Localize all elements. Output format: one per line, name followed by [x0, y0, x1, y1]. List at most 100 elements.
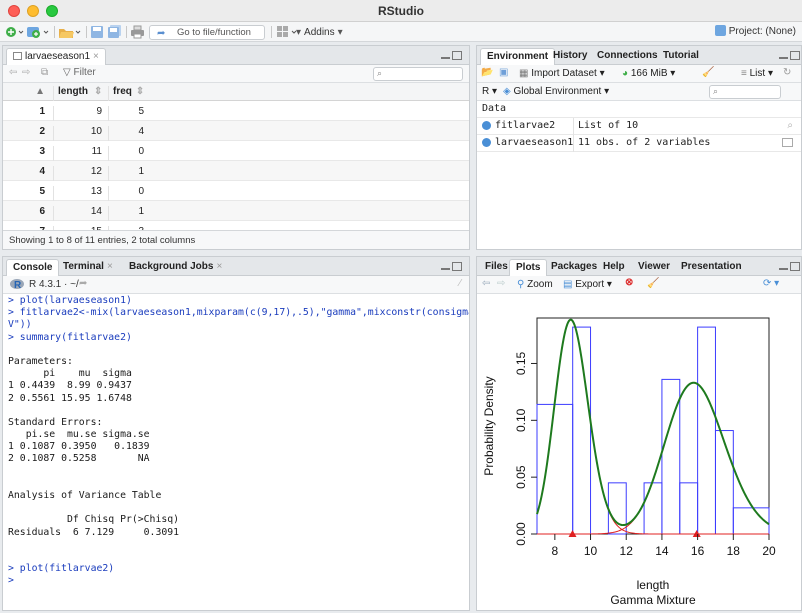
table-row[interactable]: 2 10 4: [3, 121, 469, 146]
chevron-down-icon: ▾: [670, 68, 676, 79]
go-to-directory-icon[interactable]: ➦: [79, 278, 87, 289]
tab-help[interactable]: Help: [597, 259, 631, 276]
broom-clear-plots-icon[interactable]: 🧹: [647, 278, 659, 289]
row-index-header[interactable]: ▲: [3, 86, 53, 97]
histogram-bar: [536, 403, 574, 535]
project-label: Project: (None): [728, 26, 796, 37]
tab-history[interactable]: History: [547, 48, 593, 65]
env-object-row[interactable]: larvaeseason1 11 obs. of 2 variables: [477, 135, 801, 152]
section-label: Data: [482, 103, 507, 114]
table-row[interactable]: 4 12 1: [3, 161, 469, 186]
view-object-search-icon[interactable]: ⌕: [787, 120, 793, 131]
forward-arrow-icon[interactable]: ⇨: [22, 67, 30, 78]
env-object-row[interactable]: fitlarvae2 List of 10 ⌕: [477, 118, 801, 135]
row-index: 6: [39, 206, 45, 217]
new-file-button[interactable]: [5, 25, 25, 39]
previous-plot-icon[interactable]: ⇦: [482, 278, 490, 289]
save-all-button[interactable]: [107, 25, 123, 39]
tab-console[interactable]: Console: [6, 259, 60, 276]
row-index: 5: [39, 186, 45, 197]
chart-subtitle: Gamma Mixture: [610, 593, 696, 607]
import-dataset-button[interactable]: ▦ Import Dataset ▾: [519, 68, 605, 79]
console-pane: Console Terminal × Background Jobs × R R 4…: [2, 256, 470, 611]
publish-icon[interactable]: ⟳ ▾: [763, 278, 779, 289]
y-tick-label: 0.05: [514, 465, 528, 489]
console-output-line: 2 0.5561 15.95 1.6748: [8, 392, 132, 404]
tab-presentation[interactable]: Presentation: [675, 259, 748, 276]
language-select[interactable]: R ▾: [482, 86, 497, 97]
table-icon: [13, 52, 22, 60]
tab-tutorial[interactable]: Tutorial: [657, 48, 705, 65]
go-to-file-input[interactable]: ➦ Go to file/function: [149, 25, 265, 40]
close-tab-icon[interactable]: ×: [107, 261, 113, 272]
table-row[interactable]: 5 13 0: [3, 181, 469, 206]
svg-text:R: R: [14, 280, 22, 291]
tab-packages[interactable]: Packages: [545, 259, 603, 276]
memory-pie-icon: ◕: [622, 68, 629, 79]
addins-label: Addins: [304, 26, 335, 38]
open-file-button[interactable]: [58, 25, 84, 39]
project-menu[interactable]: Project: (None): [714, 25, 796, 37]
console-output[interactable]: > plot(larvaeseason1) > fitlarvae2<-mix(l…: [3, 294, 469, 610]
tab-larvaeseason1[interactable]: larvaeseason1 ×: [6, 48, 106, 65]
search-icon: ⌕: [713, 86, 719, 96]
remove-plot-icon[interactable]: ⊗: [625, 277, 633, 288]
source-window-controls[interactable]: [441, 51, 463, 61]
zoom-button[interactable]: ⚲ Zoom: [517, 279, 553, 290]
save-button[interactable]: [90, 25, 104, 39]
list-label: List: [749, 68, 766, 79]
show-in-window-icon[interactable]: ⧉: [41, 67, 48, 78]
title-bar: RStudio: [0, 0, 802, 22]
y-axis-label: Probability Density: [482, 376, 496, 475]
next-plot-icon[interactable]: ⇨: [497, 278, 505, 289]
addins-menu[interactable]: ▾ Addins ▾: [296, 25, 343, 39]
table-row[interactable]: 3 11 0: [3, 141, 469, 166]
x-tick-label: 16: [691, 544, 705, 558]
new-project-button[interactable]: [26, 25, 52, 39]
console-window-controls[interactable]: [441, 262, 463, 272]
table-row[interactable]: 6 14 1: [3, 201, 469, 226]
tab-label: Environment: [487, 51, 549, 62]
tab-connections[interactable]: Connections: [591, 48, 664, 65]
tab-background-jobs[interactable]: Background Jobs ×: [123, 259, 228, 276]
filter-button[interactable]: ▽ Filter: [63, 67, 96, 78]
export-menu[interactable]: ▤ Export ▾: [563, 279, 612, 290]
environment-select[interactable]: ◈ Global Environment ▾: [503, 86, 609, 97]
list-icon: ≡: [741, 68, 747, 79]
view-table-icon[interactable]: [782, 138, 793, 147]
memory-usage-button[interactable]: ◕ 166 MiB ▾: [622, 68, 675, 79]
console-output-line: 1 0.4439 8.99 0.9437: [8, 380, 132, 392]
data-search-input[interactable]: ⌕: [373, 67, 463, 81]
expand-object-icon[interactable]: [482, 138, 491, 149]
refresh-icon[interactable]: ↻: [783, 67, 791, 78]
print-button[interactable]: [130, 25, 145, 39]
env-search-input[interactable]: ⌕: [709, 85, 781, 99]
data-viewer-status: Showing 1 to 8 of 11 entries, 2 total co…: [3, 230, 469, 249]
list-view-button[interactable]: ≡ List ▾: [741, 68, 773, 79]
histogram-bar: [697, 326, 716, 535]
tab-label: Help: [603, 261, 625, 272]
import-dataset-label: Import Dataset: [531, 68, 597, 79]
open-workspace-icon[interactable]: 📂: [481, 67, 493, 78]
save-workspace-icon[interactable]: ▣: [499, 67, 508, 78]
tab-environment[interactable]: Environment: [480, 48, 556, 65]
clear-console-icon[interactable]: ⁄: [459, 278, 461, 289]
tab-viewer[interactable]: Viewer: [632, 259, 676, 276]
expand-object-icon[interactable]: [482, 121, 491, 132]
close-tab-icon[interactable]: ×: [216, 261, 222, 272]
plots-window-controls[interactable]: [779, 262, 801, 272]
back-arrow-icon[interactable]: ⇦: [9, 67, 17, 78]
env-window-controls[interactable]: [779, 51, 801, 61]
tab-label: Connections: [597, 50, 658, 61]
close-tab-icon[interactable]: ×: [93, 51, 99, 62]
tab-terminal[interactable]: Terminal ×: [57, 259, 119, 276]
histogram-bar: [714, 430, 734, 535]
tab-plots[interactable]: Plots: [509, 259, 548, 276]
new-file-icon: [6, 27, 24, 37]
table-row[interactable]: 195: [3, 101, 469, 126]
tab-label: Console: [13, 262, 53, 273]
broom-clear-icon[interactable]: 🧹: [702, 67, 714, 78]
rstudio-window: RStudio ➦ Go to file/function ▾ Addins ▾…: [0, 0, 802, 613]
y-tick-label: 0.10: [514, 408, 528, 432]
plot-area: 8 10 12 14 16 18 20 0.00 0.05 0.10 0.15 length Gamma…: [477, 294, 801, 610]
